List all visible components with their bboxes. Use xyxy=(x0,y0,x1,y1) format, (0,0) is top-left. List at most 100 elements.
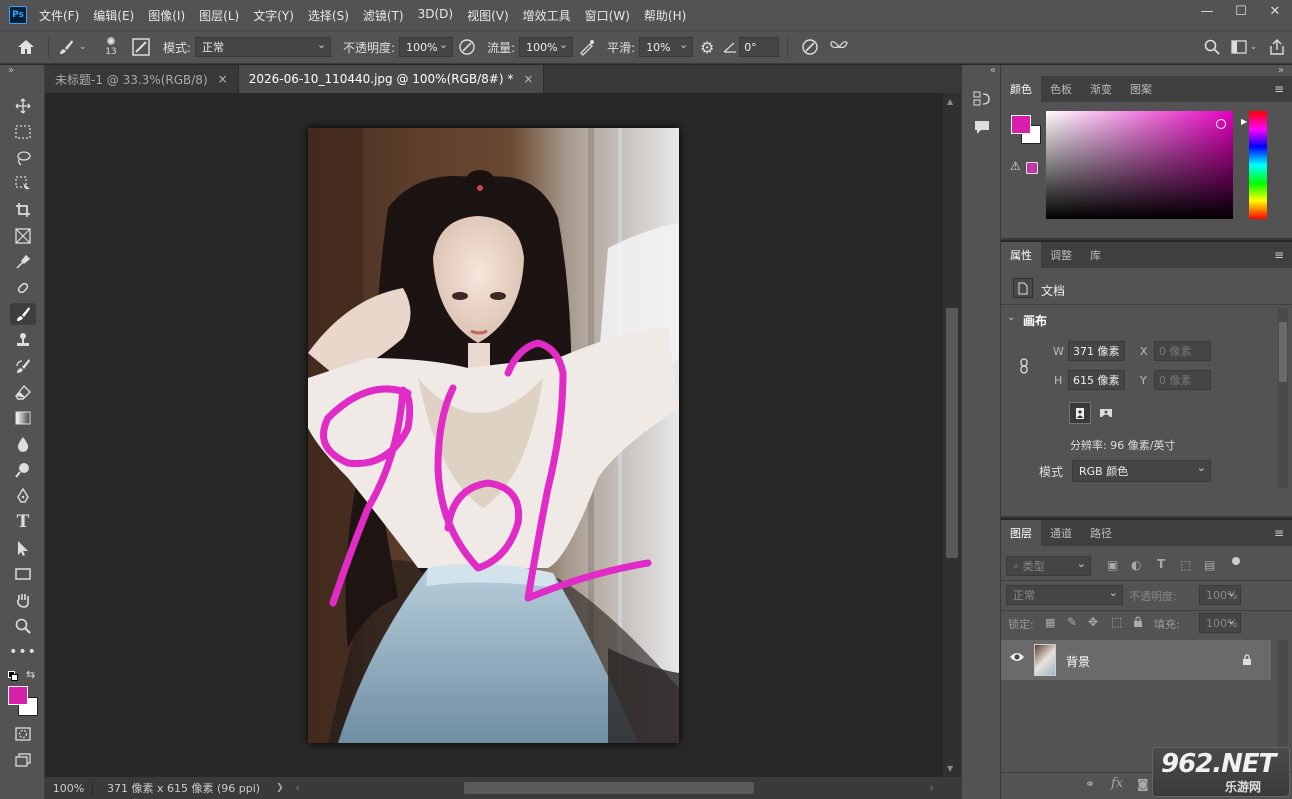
tab-paths[interactable]: 路径 xyxy=(1081,520,1121,546)
layer-lock-icon[interactable] xyxy=(1242,654,1252,666)
fill-dropdown[interactable]: 100% xyxy=(1199,613,1241,633)
hue-slider-arrow-icon[interactable]: ▶ xyxy=(1241,117,1247,126)
color-panel-menu-icon[interactable]: ≡ xyxy=(1274,82,1284,96)
color-picker-ring[interactable] xyxy=(1216,119,1226,129)
angle-input[interactable]: 0° xyxy=(739,37,780,57)
lock-all-icon[interactable] xyxy=(1133,616,1143,628)
layer-filter-dropdown[interactable]: ⌕ 类型 xyxy=(1006,556,1091,576)
tab-gradients[interactable]: 渐变 xyxy=(1081,76,1121,102)
mode-dropdown[interactable]: 正常 xyxy=(195,37,332,57)
pressure-size-icon[interactable] xyxy=(796,38,824,56)
filter-toggle-icon[interactable] xyxy=(1232,557,1240,565)
menu-plugins[interactable]: 增效工具 xyxy=(523,7,571,24)
tab-properties[interactable]: 属性 xyxy=(1001,242,1041,268)
y-field[interactable]: 0 像素 xyxy=(1154,370,1211,390)
vertical-scroll-thumb[interactable] xyxy=(946,308,958,558)
menu-image[interactable]: 图像(I) xyxy=(148,7,185,24)
add-mask-icon[interactable]: ◙ xyxy=(1137,777,1149,791)
path-selection-tool-icon[interactable] xyxy=(10,537,36,559)
tab-untitled-close-icon[interactable]: × xyxy=(218,72,228,86)
layer-visibility-eye-icon[interactable] xyxy=(1009,651,1025,663)
scroll-right-icon[interactable]: › xyxy=(930,783,934,794)
document-canvas[interactable] xyxy=(308,128,679,743)
gamut-warning-icon[interactable]: ⚠ xyxy=(1010,159,1021,173)
color-mode-dropdown[interactable]: RGB 颜色 xyxy=(1072,460,1211,482)
swap-colors-icon[interactable]: ⇆ xyxy=(26,668,35,681)
expand-panel-icon[interactable]: » xyxy=(1278,65,1284,76)
layers-menu-icon[interactable]: ≡ xyxy=(1274,526,1284,540)
expand-toolbar-icon[interactable]: » xyxy=(8,65,14,76)
dodge-tool-icon[interactable] xyxy=(10,459,36,481)
menu-view[interactable]: 视图(V) xyxy=(467,7,509,24)
layer-name[interactable]: 背景 xyxy=(1066,653,1090,670)
width-field[interactable]: 371 像素 xyxy=(1068,341,1125,361)
canvas-vertical-scrollbar[interactable]: ▲ ▼ xyxy=(943,93,961,777)
healing-brush-tool-icon[interactable] xyxy=(10,277,36,299)
tab-color[interactable]: 颜色 xyxy=(1001,76,1041,102)
clone-stamp-tool-icon[interactable] xyxy=(10,329,36,351)
collapse-arrows-icon[interactable]: « xyxy=(990,65,996,76)
rectangle-tool-icon[interactable] xyxy=(10,563,36,585)
menu-help[interactable]: 帮助(H) xyxy=(644,7,686,24)
pressure-opacity-icon[interactable] xyxy=(453,38,481,56)
workspace-icon[interactable]: ⌄ xyxy=(1226,40,1262,54)
frame-tool-icon[interactable] xyxy=(10,225,36,247)
brush-tool-icon[interactable] xyxy=(10,303,36,325)
filter-adjustment-icon[interactable]: ◐ xyxy=(1131,558,1141,572)
canvas-workspace[interactable] xyxy=(45,93,943,777)
lock-position-icon[interactable]: ✥ xyxy=(1088,615,1098,629)
menu-3d[interactable]: 3D(D) xyxy=(418,7,453,24)
brush-settings-icon[interactable] xyxy=(129,38,153,56)
foreground-color-swatch[interactable] xyxy=(8,686,28,705)
flow-dropdown[interactable]: 100% xyxy=(519,37,574,57)
height-field[interactable]: 615 像素 xyxy=(1068,370,1125,390)
status-menu-arrow-icon[interactable]: ❯ xyxy=(276,783,284,793)
zoom-tool-icon[interactable] xyxy=(10,615,36,637)
home-icon[interactable] xyxy=(12,39,40,55)
opacity-dropdown[interactable]: 100% xyxy=(399,37,454,57)
more-tools-icon[interactable]: ••• xyxy=(9,641,36,663)
eyedropper-tool-icon[interactable] xyxy=(10,251,36,273)
brush-preset-icon[interactable]: ⌄ xyxy=(57,38,93,56)
horizontal-scroll-thumb[interactable] xyxy=(463,782,754,794)
tab-layers[interactable]: 图层 xyxy=(1001,520,1041,546)
object-selection-tool-icon[interactable] xyxy=(10,173,36,195)
brush-size-picker[interactable]: 13 xyxy=(93,32,129,62)
tab-patterns[interactable]: 图案 xyxy=(1121,76,1161,102)
menu-select[interactable]: 选择(S) xyxy=(308,7,349,24)
x-field[interactable]: 0 像素 xyxy=(1154,341,1211,361)
layer-opacity-dropdown[interactable]: 100% xyxy=(1199,585,1241,605)
default-colors-icon[interactable] xyxy=(8,671,18,681)
menu-filter[interactable]: 滤镜(T) xyxy=(363,7,404,24)
history-panel-icon[interactable] xyxy=(973,90,991,108)
tab-current-image[interactable]: 2026-06-10_110440.jpg @ 100%(RGB/8#) * × xyxy=(238,65,545,93)
lasso-tool-icon[interactable] xyxy=(10,147,36,169)
menu-edit[interactable]: 编辑(E) xyxy=(93,7,134,24)
hue-slider[interactable] xyxy=(1249,111,1267,219)
type-tool-icon[interactable]: T xyxy=(10,511,36,533)
canvas-section-title[interactable]: 画布 xyxy=(1023,312,1047,329)
eraser-tool-icon[interactable] xyxy=(10,381,36,403)
blend-mode-dropdown[interactable]: 正常 xyxy=(1006,585,1123,605)
minimize-button[interactable]: — xyxy=(1190,0,1224,22)
hand-tool-icon[interactable] xyxy=(10,589,36,611)
link-layers-icon[interactable]: ⚭ xyxy=(1085,777,1095,791)
landscape-orientation-icon[interactable] xyxy=(1095,402,1117,424)
maximize-button[interactable]: ☐ xyxy=(1224,0,1258,22)
tab-libraries[interactable]: 库 xyxy=(1081,242,1110,268)
quick-mask-icon[interactable] xyxy=(10,723,36,745)
portrait-orientation-icon[interactable] xyxy=(1069,402,1091,424)
history-brush-tool-icon[interactable] xyxy=(10,355,36,377)
filter-smart-object-icon[interactable]: ▤ xyxy=(1204,558,1215,572)
tab-adjustments[interactable]: 调整 xyxy=(1041,242,1081,268)
properties-menu-icon[interactable]: ≡ xyxy=(1274,248,1284,262)
comments-panel-icon[interactable] xyxy=(973,119,991,135)
tab-swatches[interactable]: 色板 xyxy=(1041,76,1081,102)
lock-image-icon[interactable]: ✎ xyxy=(1067,615,1077,629)
pen-tool-icon[interactable] xyxy=(10,485,36,507)
menu-type[interactable]: 文字(Y) xyxy=(253,7,294,24)
gamut-swatch[interactable] xyxy=(1026,162,1038,174)
symmetry-butterfly-icon[interactable] xyxy=(824,39,854,55)
filter-pixel-icon[interactable]: ▣ xyxy=(1107,558,1118,572)
tab-untitled[interactable]: 未标题-1 @ 33.3%(RGB/8) × xyxy=(45,65,239,93)
